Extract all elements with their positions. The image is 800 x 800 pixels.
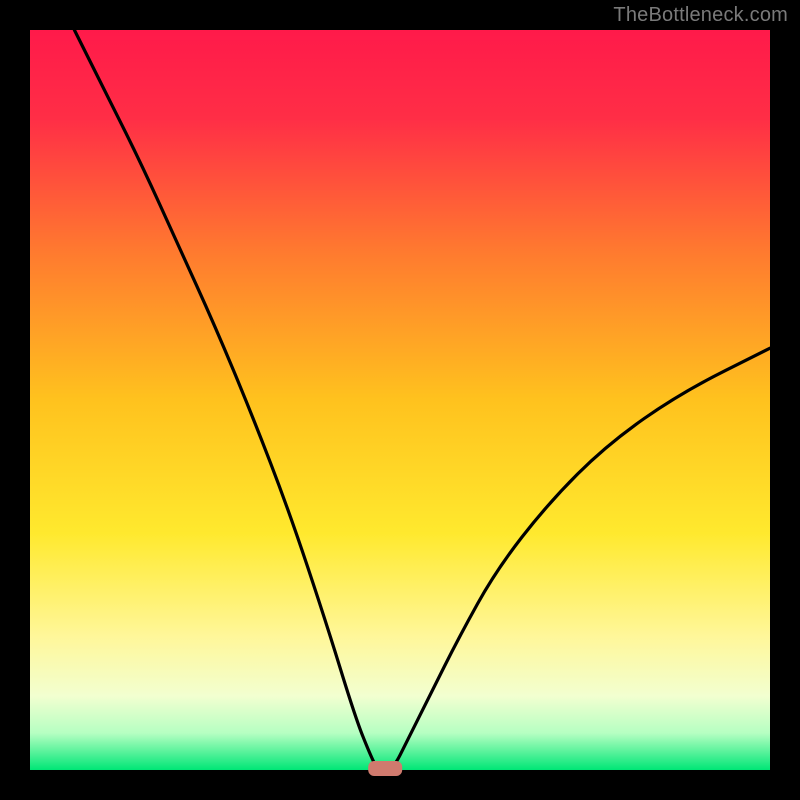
min-marker (368, 761, 402, 776)
plot-area (30, 30, 770, 770)
watermark-text: TheBottleneck.com (613, 4, 788, 27)
chart-container: TheBottleneck.com (0, 0, 800, 800)
chart-svg (0, 0, 800, 800)
